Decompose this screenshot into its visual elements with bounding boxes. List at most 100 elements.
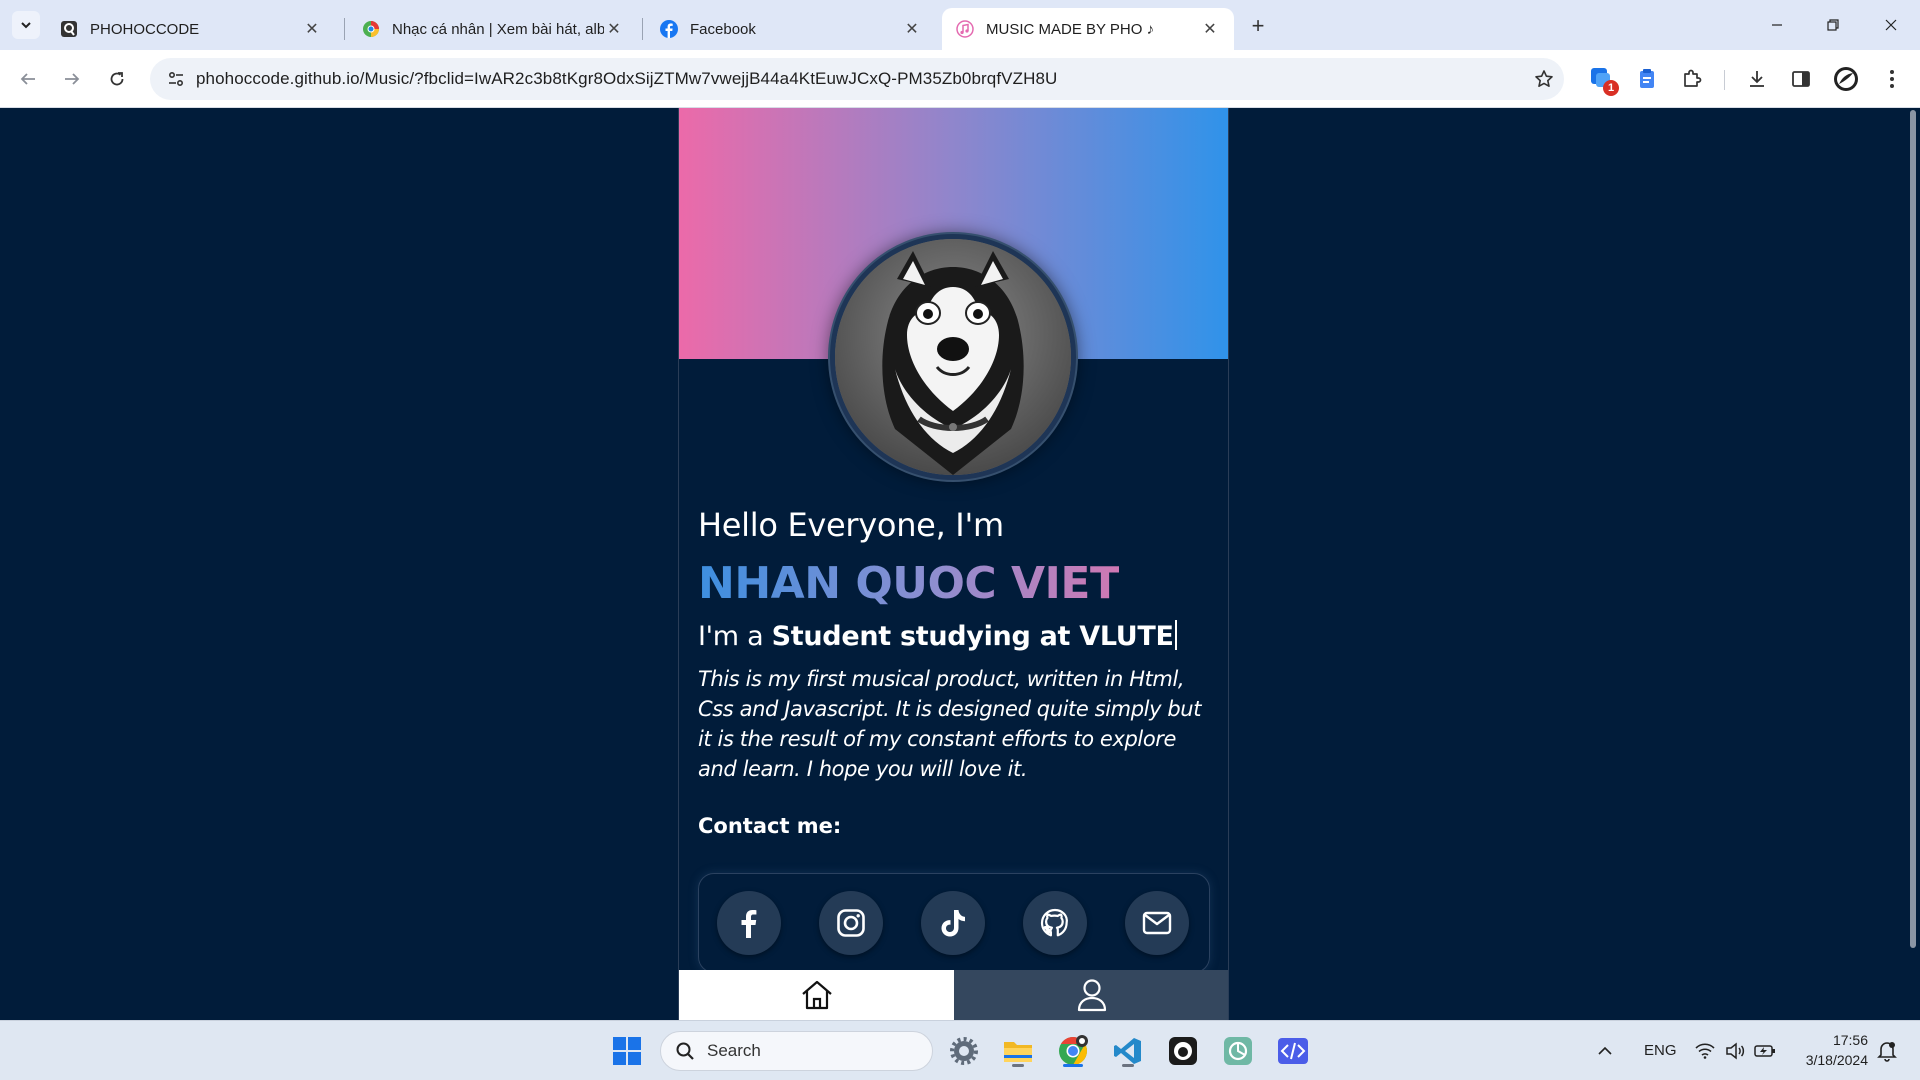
side-panel-button[interactable]: [1786, 64, 1816, 94]
taskbar-search[interactable]: Search: [660, 1031, 933, 1071]
contact-heading: Contact me:: [698, 814, 842, 838]
facebook-favicon-icon: [660, 20, 678, 38]
scrollbar-thumb[interactable]: [1910, 110, 1916, 948]
running-indicator: [1063, 1064, 1083, 1067]
github-icon: [1040, 908, 1068, 937]
windows-taskbar: Search ENG 17:56 3/18/2024: [0, 1020, 1920, 1080]
instagram-icon: [837, 909, 865, 937]
folder-icon: [1004, 1042, 1032, 1062]
profile-card: Hello Everyone, I'm NHAN QUOC VIET I'm a…: [678, 108, 1229, 1020]
chevron-down-icon: [21, 22, 31, 29]
language-indicator[interactable]: ENG: [1644, 1042, 1677, 1059]
reload-icon: [110, 72, 124, 86]
typing-caret: [1174, 620, 1177, 650]
chrome-icon: [1059, 1035, 1088, 1065]
battery-status[interactable]: [1752, 1031, 1778, 1071]
wifi-icon: [1695, 1043, 1715, 1059]
role-prefix: I'm a: [698, 621, 764, 652]
downloads-button[interactable]: [1742, 64, 1772, 94]
profile-button[interactable]: [1831, 64, 1861, 94]
wifi-status[interactable]: [1692, 1031, 1718, 1071]
phohoccode-favicon-icon: [60, 20, 78, 38]
tiktok-icon: [941, 910, 965, 937]
nav-profile-button[interactable]: [954, 970, 1228, 1020]
chatgpt-app[interactable]: [1218, 1031, 1258, 1071]
extension-button[interactable]: [1632, 64, 1662, 94]
tiktok-link[interactable]: [921, 891, 985, 955]
role-text: Student studying at VLUTE: [771, 621, 1174, 652]
close-tab-icon[interactable]: ✕: [1200, 19, 1220, 39]
vscode-app[interactable]: [1108, 1031, 1148, 1071]
arrow-right-icon: [65, 73, 80, 85]
music-favicon-icon: [956, 20, 974, 38]
forward-button[interactable]: [57, 64, 87, 94]
running-indicator: [1012, 1064, 1024, 1067]
profile-avatar: [830, 234, 1076, 480]
social-links-panel: [698, 873, 1210, 973]
tab-title: PHOHOCCODE: [90, 20, 200, 38]
chrome-app[interactable]: [1053, 1031, 1093, 1071]
tab-nhac-ca-nhan[interactable]: Nhạc cá nhân | Xem bài hát, alb ✕: [348, 8, 638, 50]
windows-logo-icon: [613, 1037, 641, 1065]
running-indicator: [1122, 1064, 1134, 1067]
close-tab-icon[interactable]: ✕: [604, 19, 624, 39]
greeting-text: Hello Everyone, I'm: [698, 506, 1004, 544]
reload-button[interactable]: [102, 64, 132, 94]
speaker-icon: [1726, 1042, 1745, 1060]
browser-toolbar: phohoccode.github.io/Music/?fbclid=IwAR2…: [0, 50, 1920, 108]
show-hidden-icons-button[interactable]: [1590, 1031, 1620, 1071]
bottom-navigation: [679, 970, 1228, 1020]
bookmark-star-icon[interactable]: [1524, 69, 1564, 89]
tab-phohoccode[interactable]: PHOHOCCODE ✕: [46, 8, 336, 50]
close-tab-icon[interactable]: ✕: [302, 19, 322, 39]
new-tab-button[interactable]: +: [1244, 12, 1272, 40]
puzzle-icon: [1684, 69, 1702, 87]
chevron-up-icon: [1598, 1046, 1612, 1055]
nav-home-button[interactable]: [679, 970, 954, 1020]
clock-time[interactable]: 17:56: [1818, 1032, 1868, 1048]
page-scrollbar[interactable]: [1906, 108, 1920, 1020]
volume-status[interactable]: [1722, 1031, 1748, 1071]
url-text[interactable]: phohoccode.github.io/Music/?fbclid=IwAR2…: [196, 69, 1524, 89]
close-tab-icon[interactable]: ✕: [902, 19, 922, 39]
avatar-icon: [1834, 67, 1858, 91]
download-icon: [1750, 71, 1764, 87]
tab-search-button[interactable]: [12, 11, 40, 39]
tab-title: Nhạc cá nhân | Xem bài hát, alb: [392, 20, 604, 38]
email-link[interactable]: [1125, 891, 1189, 955]
tab-divider: [344, 18, 345, 40]
tab-title: Facebook: [690, 20, 756, 38]
close-window-button[interactable]: [1868, 8, 1914, 42]
profile-description: This is my first musical product, writte…: [698, 667, 1202, 781]
minimize-button[interactable]: [1754, 8, 1800, 42]
code-icon: [1278, 1038, 1308, 1064]
instagram-link[interactable]: [819, 891, 883, 955]
github-link[interactable]: [1023, 891, 1087, 955]
notifications-button[interactable]: [1874, 1031, 1900, 1071]
mail-icon: [1142, 911, 1172, 935]
tab-title: MUSIC MADE BY PHO ♪: [986, 20, 1155, 38]
github-desktop-app[interactable]: [1163, 1031, 1203, 1071]
extensions-menu-button[interactable]: [1677, 64, 1707, 94]
settings-app[interactable]: [944, 1031, 984, 1071]
github-desktop-icon: [1169, 1037, 1197, 1065]
search-placeholder: Search: [707, 1041, 761, 1060]
code-editor-app[interactable]: [1273, 1031, 1313, 1071]
extension-button[interactable]: 1: [1587, 64, 1619, 96]
role-line: I'm a Student studying at VLUTE: [698, 620, 1177, 652]
tab-music-made-by-pho[interactable]: MUSIC MADE BY PHO ♪ ✕: [942, 8, 1234, 50]
clipboard-extension-icon: [1640, 69, 1654, 88]
more-vertical-icon: [1890, 70, 1894, 88]
browser-menu-button[interactable]: [1877, 64, 1907, 94]
back-button[interactable]: [13, 64, 43, 94]
address-bar[interactable]: phohoccode.github.io/Music/?fbclid=IwAR2…: [150, 58, 1564, 100]
clock-date[interactable]: 3/18/2024: [1796, 1052, 1868, 1068]
extension-badge: 1: [1603, 80, 1619, 96]
search-icon: [676, 1042, 694, 1060]
site-settings-icon[interactable]: [156, 70, 196, 88]
tab-facebook[interactable]: Facebook ✕: [646, 8, 936, 50]
start-button[interactable]: [607, 1031, 647, 1071]
file-explorer-app[interactable]: [998, 1031, 1038, 1071]
facebook-link[interactable]: [717, 891, 781, 955]
restore-button[interactable]: [1810, 8, 1856, 42]
